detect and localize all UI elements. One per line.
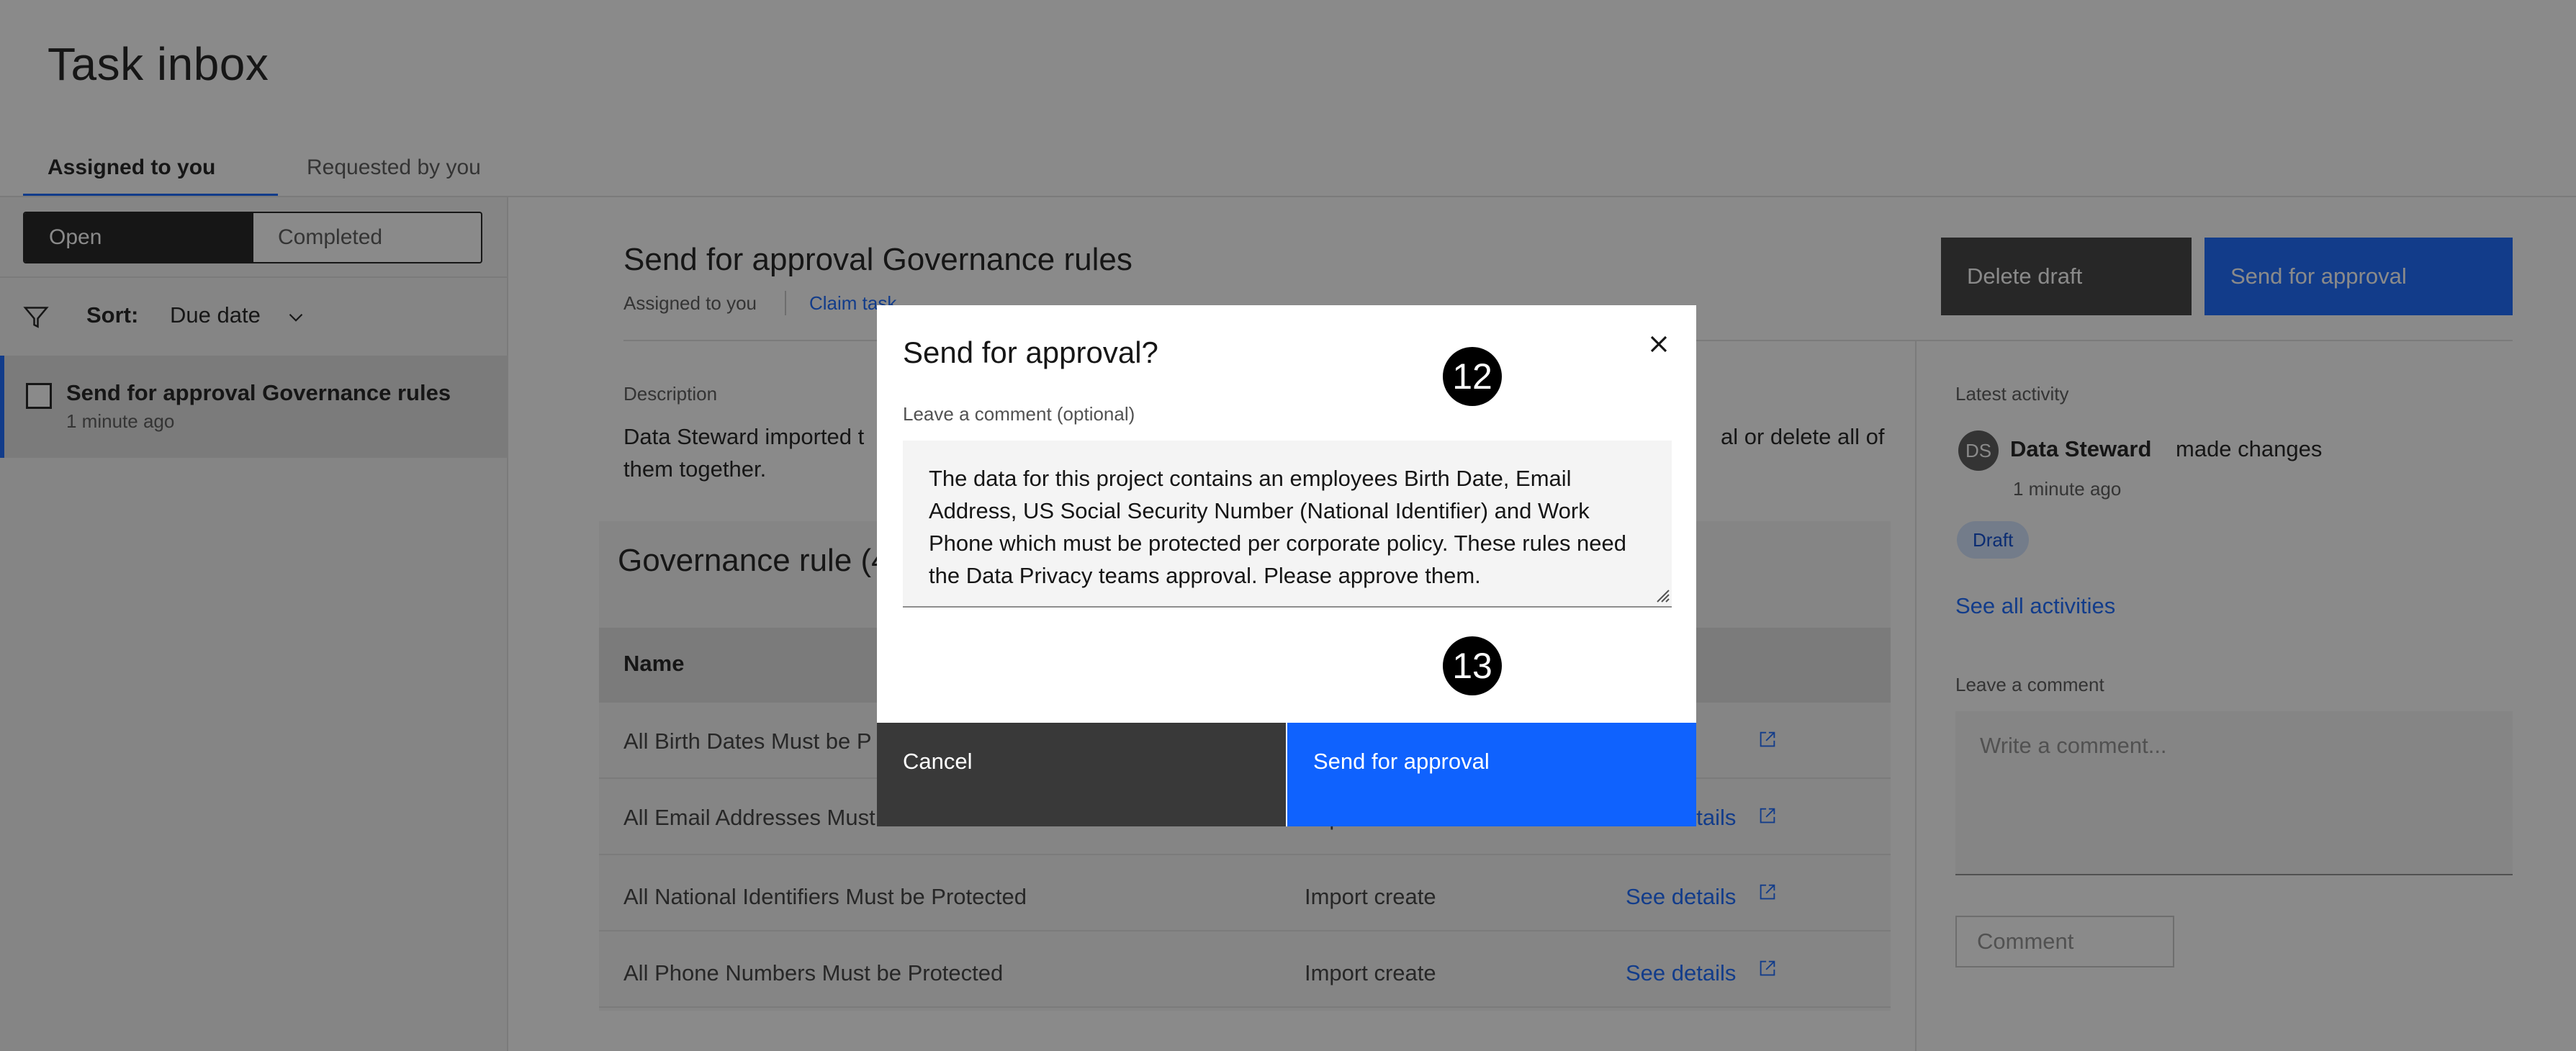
step-badge: 12 bbox=[1443, 347, 1502, 406]
close-icon[interactable] bbox=[1644, 330, 1673, 358]
modal-send-for-approval-button[interactable]: Send for approval bbox=[1287, 723, 1696, 826]
modal-comment-textarea[interactable]: The data for this project contains an em… bbox=[903, 441, 1672, 608]
modal-comment-label: Leave a comment (optional) bbox=[903, 403, 1135, 425]
cancel-button[interactable]: Cancel bbox=[877, 723, 1286, 826]
modal-title: Send for approval? bbox=[903, 335, 1158, 369]
step-badge: 13 bbox=[1443, 636, 1502, 695]
resize-handle-icon[interactable] bbox=[1653, 586, 1670, 603]
